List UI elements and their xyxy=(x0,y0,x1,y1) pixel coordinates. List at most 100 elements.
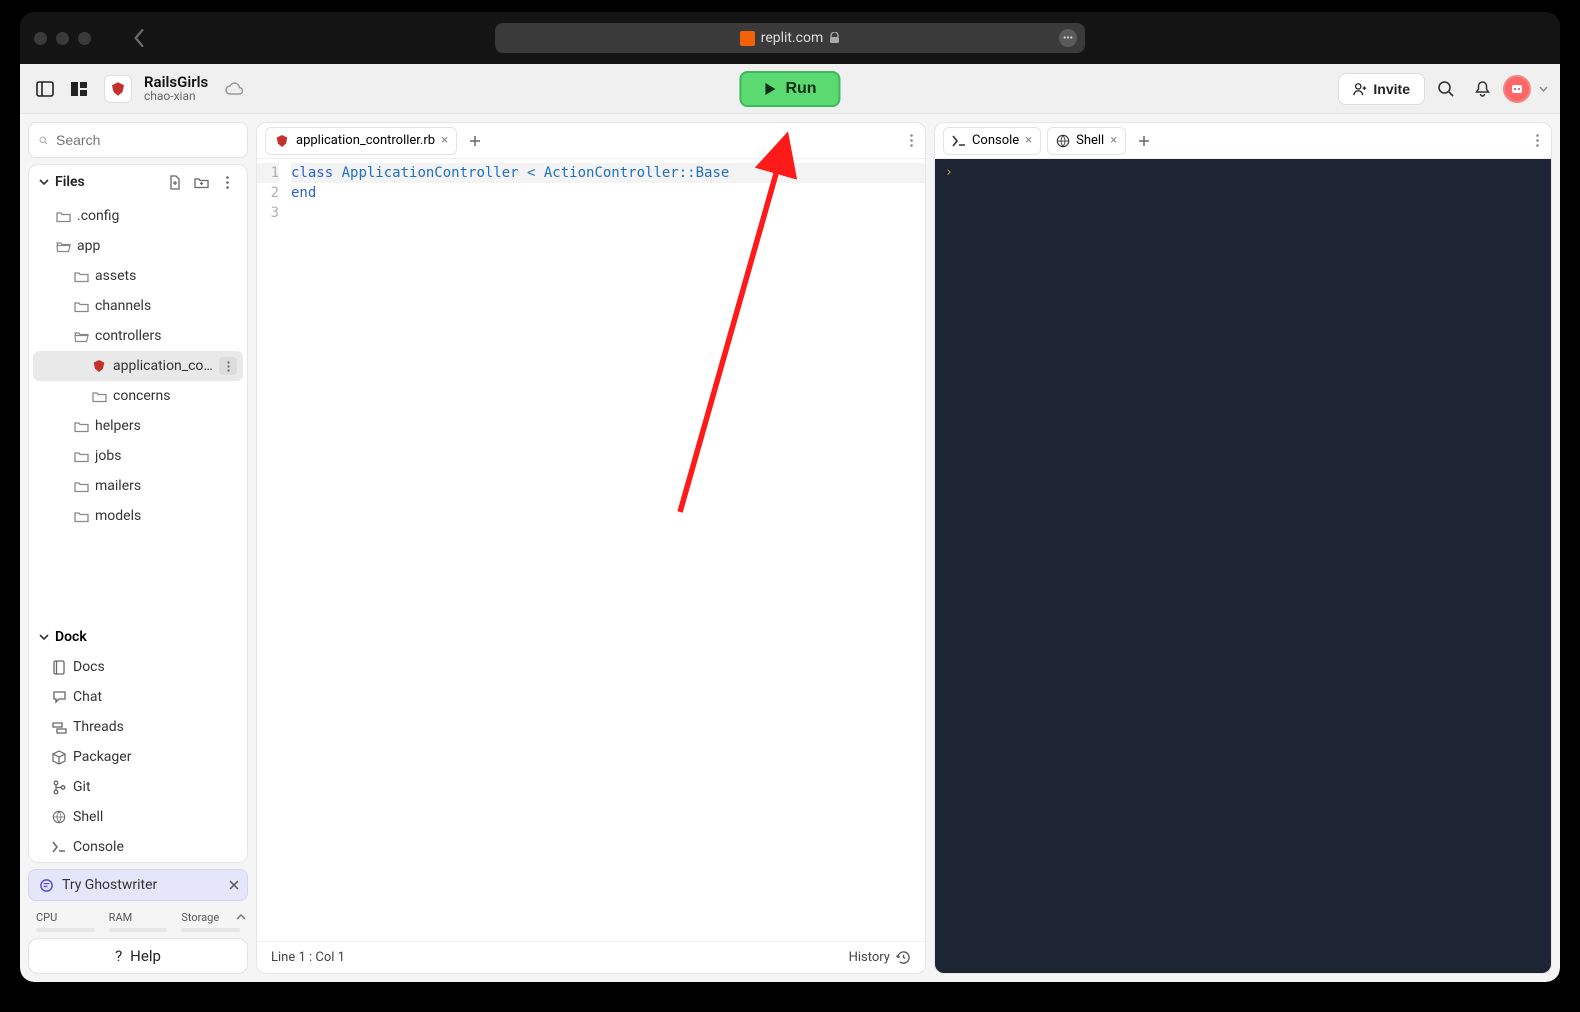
tree-item-jobs[interactable]: jobs xyxy=(33,441,243,471)
book-icon xyxy=(51,660,67,675)
layout-toggle-button[interactable] xyxy=(66,76,92,102)
help-icon: ? xyxy=(115,947,122,965)
minimize-dot[interactable] xyxy=(56,32,69,45)
tree-item-helpers[interactable]: helpers xyxy=(33,411,243,441)
browser-titlebar: replit.com ••• xyxy=(20,12,1560,64)
tree-item-label: controllers xyxy=(95,328,237,344)
user-avatar[interactable] xyxy=(1503,75,1531,103)
editor-tab[interactable]: application_controller.rb × xyxy=(265,127,457,155)
dock-item-console[interactable]: Console xyxy=(29,832,247,862)
console-tab-label: Console xyxy=(972,133,1019,148)
bell-icon xyxy=(1474,80,1491,98)
dock-item-threads[interactable]: Threads xyxy=(29,712,247,742)
new-file-button[interactable] xyxy=(165,172,185,192)
tree-item-channels[interactable]: channels xyxy=(33,291,243,321)
window-controls[interactable] xyxy=(34,32,91,45)
person-add-icon xyxy=(1353,82,1367,96)
project-info[interactable]: RailsGirls chao-xian xyxy=(144,74,208,104)
editor-panel: application_controller.rb × 123 class Ap… xyxy=(256,122,926,974)
tree-item-label: models xyxy=(95,508,237,524)
search-input[interactable] xyxy=(56,132,237,148)
dock-item-packager[interactable]: Packager xyxy=(29,742,247,772)
dock-item-docs[interactable]: Docs xyxy=(29,652,247,682)
run-button[interactable]: Run xyxy=(739,71,840,107)
new-folder-button[interactable] xyxy=(191,172,211,192)
console-output[interactable]: › xyxy=(935,159,1551,973)
ghostwriter-banner[interactable]: Try Ghostwriter xyxy=(28,869,248,901)
tree-item-label: mailers xyxy=(95,478,237,494)
close-tab-icon[interactable]: × xyxy=(1025,133,1032,148)
back-button[interactable] xyxy=(133,29,145,47)
tree-item-mailers[interactable]: mailers xyxy=(33,471,243,501)
dock-item-shell[interactable]: Shell xyxy=(29,802,247,832)
history-label: History xyxy=(849,950,890,965)
zoom-dot[interactable] xyxy=(78,32,91,45)
close-dot[interactable] xyxy=(34,32,47,45)
chevron-down-icon xyxy=(39,177,49,187)
resource-meters: CPU RAM Storage xyxy=(28,907,248,932)
search-box[interactable] xyxy=(28,122,248,158)
new-tab-button[interactable] xyxy=(1132,129,1156,153)
package-icon xyxy=(51,750,67,765)
dock-header[interactable]: Dock xyxy=(29,622,247,652)
line-gutter: 123 xyxy=(257,159,285,941)
url-menu-button[interactable]: ••• xyxy=(1059,29,1077,47)
app-header: RailsGirls chao-xian Run Invite xyxy=(20,64,1560,114)
sidebar: Files .configappassetschannels controller… xyxy=(28,122,248,974)
dock-item-label: Console xyxy=(73,839,241,855)
console-tab[interactable]: Console × xyxy=(943,127,1041,155)
tree-item-app[interactable]: app xyxy=(33,231,243,261)
notifications-button[interactable] xyxy=(1467,74,1497,104)
play-icon xyxy=(763,82,777,96)
code-content[interactable]: class ApplicationController < ActionCont… xyxy=(285,159,925,941)
tree-item-assets[interactable]: assets xyxy=(33,261,243,291)
history-button[interactable]: History xyxy=(849,950,911,965)
tree-item-application-co-[interactable]: application_co… xyxy=(33,351,243,381)
git-icon xyxy=(51,780,67,795)
code-editor[interactable]: 123 class ApplicationController < Action… xyxy=(257,159,925,941)
run-label: Run xyxy=(785,80,816,98)
help-button[interactable]: ? Help xyxy=(28,938,248,974)
dock-item-label: Docs xyxy=(73,659,241,675)
tabs-more-button[interactable] xyxy=(906,134,917,147)
tree-item-more-button[interactable] xyxy=(219,357,237,375)
invite-label: Invite xyxy=(1373,81,1410,97)
dock-item-label: Shell xyxy=(73,809,241,825)
files-label: Files xyxy=(55,174,85,190)
url-host: replit.com xyxy=(761,30,824,46)
close-icon[interactable] xyxy=(229,880,239,890)
resources-expand-button[interactable] xyxy=(236,913,246,921)
console-prompt: › xyxy=(945,165,953,180)
close-tab-icon[interactable]: × xyxy=(441,133,448,148)
tree-item--config[interactable]: .config xyxy=(33,201,243,231)
invite-button[interactable]: Invite xyxy=(1338,73,1425,105)
dock-item-git[interactable]: Git xyxy=(29,772,247,802)
editor-status-bar: Line 1 : Col 1 History xyxy=(257,941,925,973)
shell-tab[interactable]: Shell × xyxy=(1047,127,1126,155)
close-tab-icon[interactable]: × xyxy=(1110,133,1117,148)
sync-status-icon[interactable] xyxy=(224,82,244,96)
url-bar[interactable]: replit.com ••• xyxy=(495,23,1085,53)
ram-label: RAM xyxy=(109,911,168,924)
tabs-more-button[interactable] xyxy=(1532,134,1543,147)
lock-icon xyxy=(829,32,840,44)
files-more-button[interactable] xyxy=(217,172,237,192)
chevron-down-icon[interactable] xyxy=(1539,86,1548,92)
tree-item-concerns[interactable]: concerns xyxy=(33,381,243,411)
search-header-button[interactable] xyxy=(1431,74,1461,104)
panel-toggle-button[interactable] xyxy=(32,76,58,102)
file-tree: .configappassetschannels controllers appli… xyxy=(29,199,247,622)
tree-item-models[interactable]: models xyxy=(33,501,243,531)
dock-item-chat[interactable]: Chat xyxy=(29,682,247,712)
tree-item-label: helpers xyxy=(95,418,237,434)
cursor-position: Line 1 : Col 1 xyxy=(271,950,345,965)
folder-icon xyxy=(73,510,89,523)
folder-icon xyxy=(73,480,89,493)
line-number: 1 xyxy=(257,163,279,183)
folder-icon xyxy=(73,300,89,313)
line-number: 3 xyxy=(257,203,279,223)
files-header[interactable]: Files xyxy=(29,165,247,199)
new-tab-button[interactable] xyxy=(463,129,487,153)
line-number: 2 xyxy=(257,183,279,203)
tree-item-controllers[interactable]: controllers xyxy=(33,321,243,351)
